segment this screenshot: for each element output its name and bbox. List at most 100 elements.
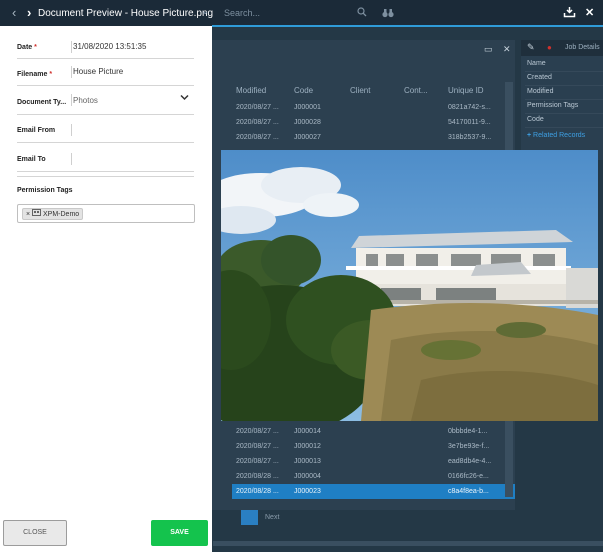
table-cell: J000012 [294,443,321,450]
table-cell: 2020/08/27 ... [236,119,279,126]
field-underline [17,142,194,143]
active-indicator [212,25,603,27]
tag-label: XPM-Demo [43,211,80,218]
detail-row-modified: Modified [525,86,603,100]
close-button[interactable]: CLOSE [3,520,67,546]
field-underline [17,85,194,86]
email-from-label: Email From [17,127,56,134]
related-records-label: Related Records [533,132,586,139]
detail-label: Name [527,60,546,67]
binoculars-icon[interactable] [382,8,394,20]
date-label: Date * [17,44,37,51]
table-row[interactable]: 2020/08/27 ... J000013 ead8db4e-4... [232,454,515,469]
table-cell: 2020/08/27 ... [236,134,279,141]
table-row[interactable]: 2020/08/27 ... J000028 54170011-9... [232,115,515,130]
column-code[interactable]: Code [294,86,313,95]
search-icon[interactable] [357,7,367,19]
table-cell: 0821a742-s... [448,104,491,111]
filename-label-text: Filename [17,71,48,78]
edit-icon[interactable]: ✎ [527,42,535,53]
table-cell: 54170011-9... [448,119,491,126]
detail-label: Permission Tags [527,102,579,109]
chevron-down-icon[interactable] [180,94,189,103]
field-underline [17,114,194,115]
table-cell: 3e7be93e-f... [448,443,490,450]
table-row[interactable]: 2020/08/28 ... J000004 0166fc26-e... [232,469,515,484]
download-icon[interactable] [563,6,576,20]
column-modified[interactable]: Modified [236,86,266,95]
group-icon [32,209,43,218]
permission-tags-input[interactable]: × XPM-Demo [17,204,195,223]
table-cell: J000027 [294,134,321,141]
table-cell: 0bbbde4-1... [448,428,488,435]
document-details-form: Date * 31/08/2020 13:51:35 Filename * Ho… [0,26,212,552]
plus-icon: + [527,132,532,139]
tag-chip: × XPM-Demo [22,208,84,220]
filename-field[interactable]: House Picture [73,67,123,76]
detail-label: Code [527,116,544,123]
table-cell: J000013 [294,458,321,465]
table-row[interactable]: 2020/08/27 ... J000001 0821a742-s... [232,100,515,115]
email-to-label: Email To [17,156,46,163]
detail-row-name: Name [525,58,603,72]
job-details-header: Job Details ✎ ● [521,40,603,56]
field-divider [71,153,72,165]
field-divider [71,66,72,78]
back-arrow-icon[interactable]: ‹ [12,6,16,19]
pager-current-page[interactable] [241,510,258,525]
table-cell: 2020/08/28 ... [236,473,279,480]
column-contact[interactable]: Cont... [404,86,428,95]
required-marker: * [34,44,37,51]
field-divider [71,41,72,53]
field-divider [71,124,72,136]
permission-tags-label: Permission Tags [17,187,73,194]
panel-close-icon[interactable]: ✕ [503,44,511,54]
table-cell: 2020/08/27 ... [236,458,279,465]
field-divider [71,94,72,106]
save-button[interactable]: SAVE [151,520,208,546]
panel-toolbar: ▭ ✕ [484,44,511,55]
maximize-icon[interactable]: ▭ [484,44,493,54]
field-underline [17,171,194,172]
detail-row-code: Code [525,114,603,128]
table-cell: c8a4f8ea-b... [448,488,489,495]
table-cell: J000001 [294,104,321,111]
document-type-select[interactable]: Photos [73,96,98,105]
tag-remove-icon[interactable]: × [26,211,30,218]
date-label-text: Date [17,44,33,51]
close-icon[interactable]: ✕ [585,6,594,19]
table-row[interactable]: 2020/08/27 ... J000027 318b2537-9... [232,130,515,145]
field-underline [17,58,194,59]
detail-label: Modified [527,88,554,95]
table-row[interactable]: 2020/08/27 ... J000012 3e7be93e-f... [232,439,515,454]
detail-label: Created [527,74,552,81]
table-cell: 2020/08/27 ... [236,443,279,450]
search-input[interactable]: Search... [224,8,260,18]
required-marker: * [49,71,53,78]
related-records-link[interactable]: + Related Records [527,132,585,139]
column-client[interactable]: Client [350,86,370,95]
delete-icon[interactable]: ● [547,43,552,52]
filename-label: Filename * [17,71,52,78]
date-field[interactable]: 31/08/2020 13:51:35 [73,42,146,51]
table-cell: 2020/08/27 ... [236,104,279,111]
table-cell: 0166fc26-e... [448,473,489,480]
page-title: Document Preview - House Picture.png [38,8,214,19]
top-bar: ‹ › Document Preview - House Picture.png… [0,0,603,26]
chevron-down-icon[interactable]: ⌄ [201,6,209,17]
table-cell: J000014 [294,428,321,435]
detail-row-permission-tags: Permission Tags [525,100,603,114]
table-cell: 318b2537-9... [448,134,492,141]
table-cell: J000028 [294,119,321,126]
table-cell: J000023 [294,488,321,495]
job-details-title: Job Details [565,44,600,51]
horizontal-scrollbar[interactable] [213,541,603,546]
table-cell: 2020/08/28 ... [236,488,279,495]
table-row[interactable]: 2020/08/28 ... J000023 c8a4f8ea-b... [232,484,515,499]
field-underline [17,176,194,177]
pager-next[interactable]: Next [265,514,279,521]
table-row[interactable]: 2020/08/27 ... J000014 0bbbde4-1... [232,424,515,439]
job-details-panel: Job Details ✎ ● Name Created Modified Pe… [521,40,603,160]
column-unique-id[interactable]: Unique ID [448,86,484,95]
forward-arrow-icon[interactable]: › [27,6,31,19]
